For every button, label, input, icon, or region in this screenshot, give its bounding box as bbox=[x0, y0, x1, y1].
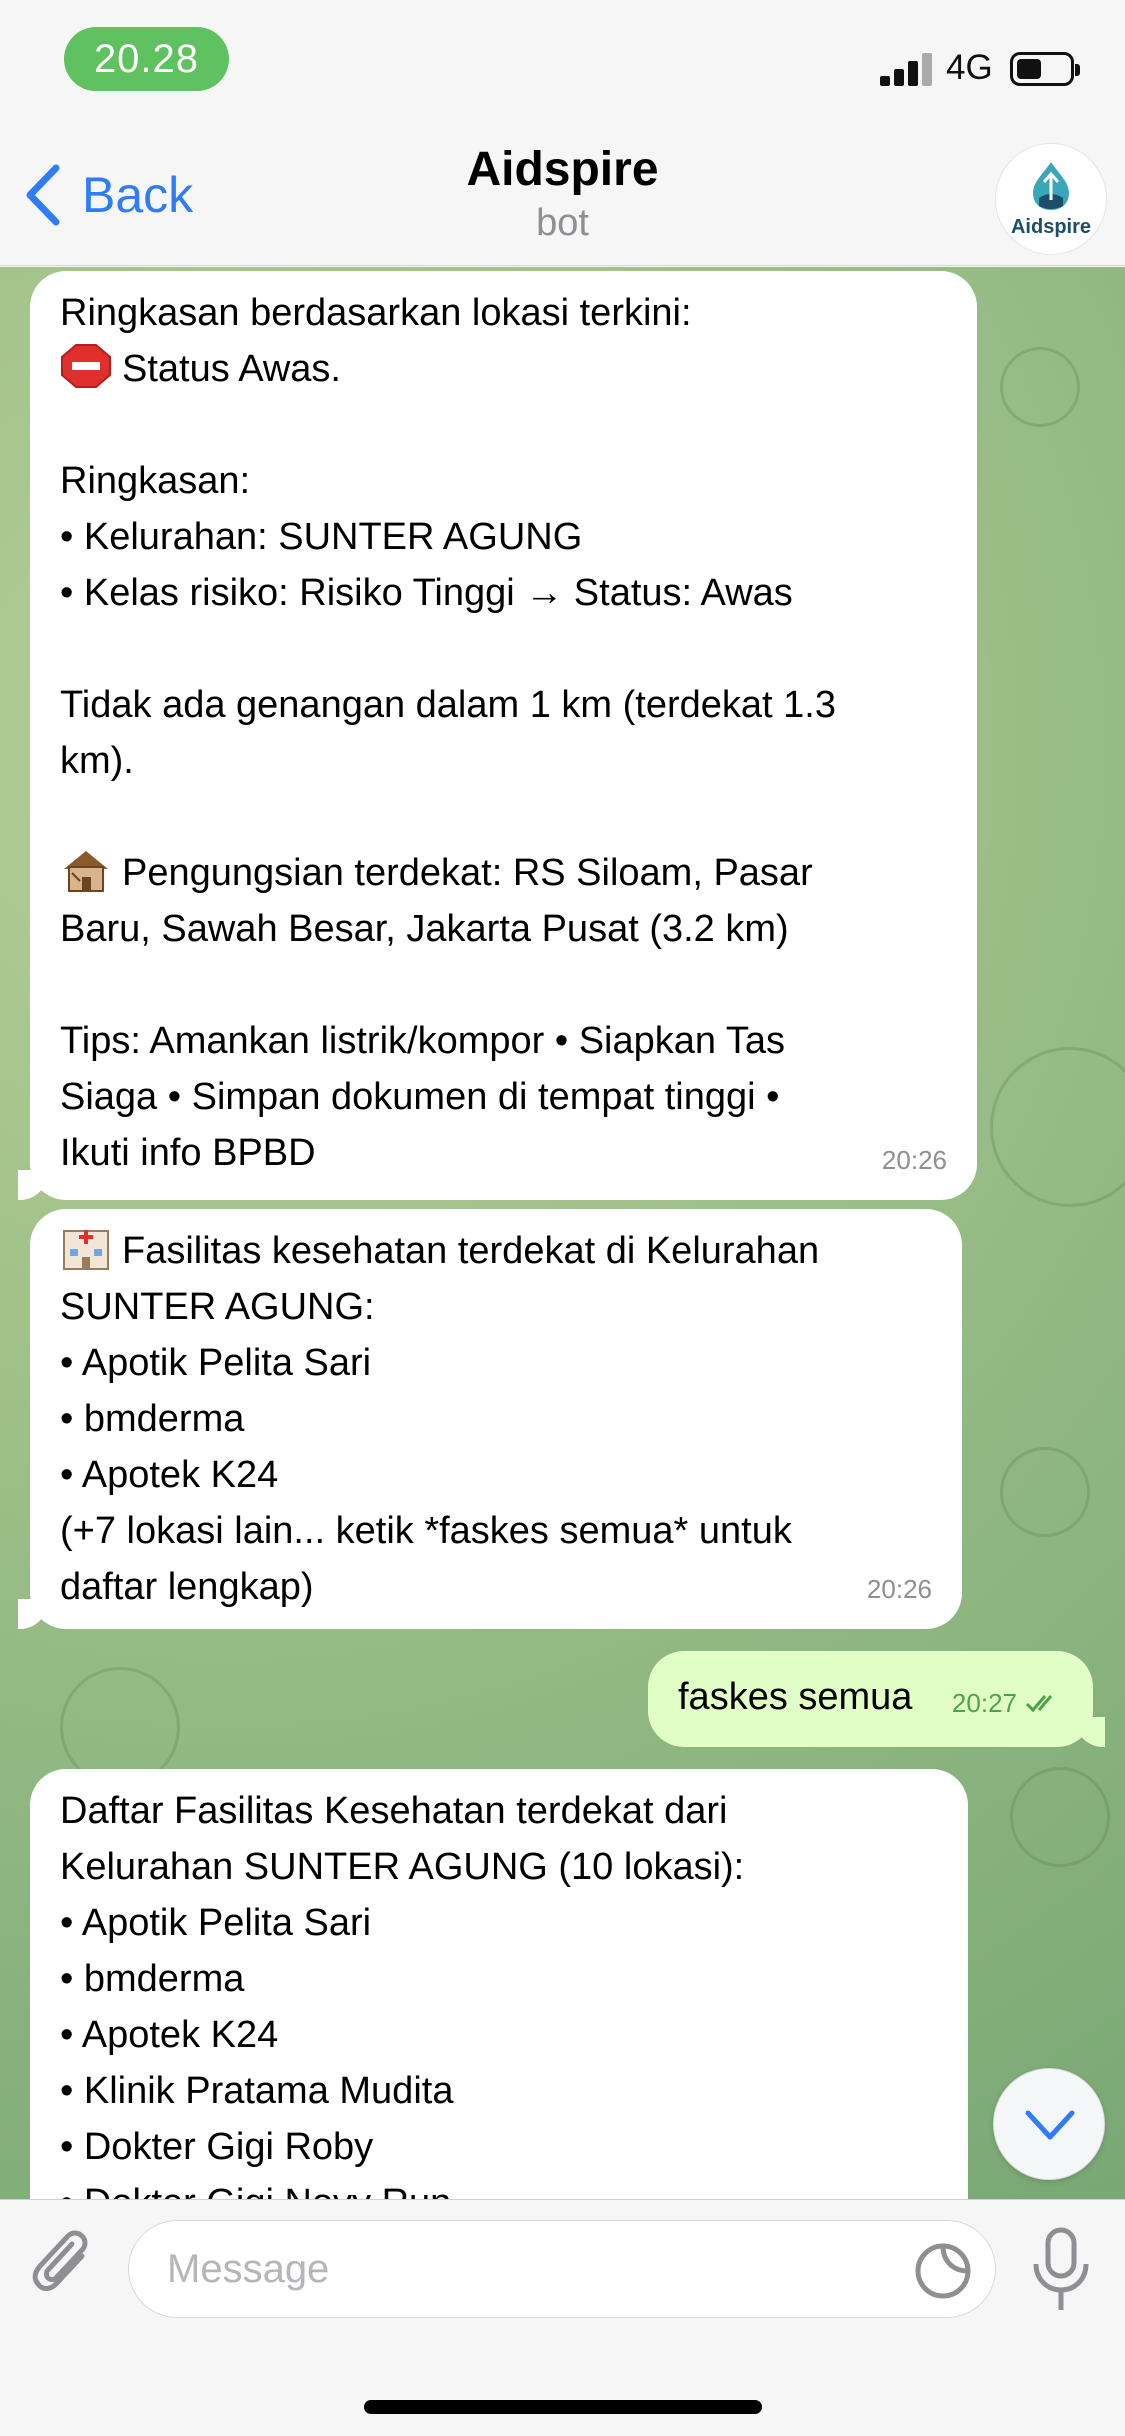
home-indicator bbox=[364, 2400, 762, 2414]
microphone-icon[interactable] bbox=[1030, 2226, 1092, 2316]
chat-area[interactable]: Ringkasan berdasarkan lokasi terkini: St… bbox=[0, 267, 1125, 2199]
message-time: 20:26 bbox=[881, 1145, 947, 1175]
message-line: Status Awas. bbox=[60, 341, 947, 397]
background-doodle bbox=[990, 1047, 1125, 1207]
network-type: 4G bbox=[946, 48, 993, 87]
message-time: 20:26 bbox=[866, 1574, 932, 1604]
chat-title[interactable]: Aidspire bbox=[0, 142, 1125, 197]
message-status: 20:27 bbox=[952, 1675, 1063, 1731]
outgoing-message[interactable]: faskes semua 20:27 bbox=[648, 1651, 1105, 1747]
message-line: Daftar Fasilitas Kesehatan terdekat dari bbox=[60, 1790, 728, 1832]
message-line: • Kelas risiko: Risiko Tinggi → Status: … bbox=[60, 572, 793, 614]
message-line: • Apotek K24 bbox=[60, 1454, 279, 1496]
avatar-label: Aidspire bbox=[1010, 216, 1092, 238]
message-line: • Kelurahan: SUNTER AGUNG bbox=[60, 516, 583, 558]
message-line: • bmderma bbox=[60, 1958, 245, 2000]
message-line: Ringkasan: bbox=[60, 460, 251, 502]
message-line: • Dokter Gigi Novy Run bbox=[60, 2175, 938, 2199]
message-line: Pengungsian terdekat: RS Siloam, Pasar bbox=[60, 845, 947, 901]
paperclip-icon[interactable] bbox=[28, 2226, 100, 2308]
message-line: • Dokter Gigi Roby bbox=[60, 2126, 374, 2168]
background-doodle bbox=[1010, 1767, 1110, 1867]
message-line: Ringkasan berdasarkan lokasi terkini: bbox=[60, 292, 692, 334]
message-line: Ikuti info BPBD bbox=[60, 1132, 316, 1174]
message-line: • Apotek K24 bbox=[60, 2014, 279, 2056]
message-line: • Apotik Pelita Sari bbox=[60, 1342, 372, 1384]
message-line: (+7 lokasi lain... ketik *faskes semua* … bbox=[60, 1510, 792, 1552]
message-line: Tidak ada genangan dalam 1 km (terdekat … bbox=[60, 684, 836, 726]
message-input[interactable] bbox=[167, 2221, 867, 2317]
stop-sign-icon bbox=[60, 343, 112, 389]
message-time: 20:27 bbox=[951, 1688, 1017, 1718]
avatar[interactable]: Aidspire bbox=[996, 144, 1106, 254]
scroll-to-bottom-button[interactable] bbox=[993, 2068, 1105, 2180]
chat-subtitle: bot bbox=[536, 202, 589, 244]
incoming-message[interactable]: Fasilitas kesehatan terdekat di Keluraha… bbox=[18, 1209, 962, 1629]
message-line: daftar lengkap) bbox=[60, 1566, 314, 1608]
message-line: Kelurahan SUNTER AGUNG (10 lokasi): bbox=[60, 1846, 745, 1888]
message-line: • Klinik Pratama Mudita bbox=[60, 2070, 454, 2112]
hospital-icon bbox=[60, 1225, 112, 1271]
message-line: Tips: Amankan listrik/kompor • Siapkan T… bbox=[60, 1020, 786, 1062]
message-field[interactable] bbox=[128, 2220, 996, 2318]
message-line: • bmderma bbox=[60, 1398, 245, 1440]
incoming-message[interactable]: Daftar Fasilitas Kesehatan terdekat dari… bbox=[30, 1769, 968, 2199]
derelict-house-icon bbox=[60, 847, 112, 893]
chat-header: Back Aidspire bot Aidspire bbox=[0, 130, 1125, 266]
double-check-icon bbox=[1025, 1695, 1053, 1713]
status-time: 20.28 bbox=[64, 27, 229, 91]
message-line: SUNTER AGUNG: bbox=[60, 1286, 375, 1328]
battery-icon bbox=[1010, 52, 1080, 86]
message-line: • Apotik Pelita Sari bbox=[60, 1902, 372, 1944]
message-line: km). bbox=[60, 740, 134, 782]
message-line: Baru, Sawah Besar, Jakarta Pusat (3.2 km… bbox=[60, 908, 789, 950]
incoming-message[interactable]: Ringkasan berdasarkan lokasi terkini: St… bbox=[18, 271, 977, 1200]
sticker-icon[interactable] bbox=[913, 2241, 973, 2301]
background-doodle bbox=[1000, 347, 1080, 427]
aidspire-logo-icon bbox=[1033, 162, 1069, 210]
chevron-down-icon bbox=[1025, 2110, 1075, 2140]
message-line: Fasilitas kesehatan terdekat di Keluraha… bbox=[60, 1223, 932, 1279]
status-bar: 20.28 4G bbox=[0, 0, 1125, 130]
message-line: Siaga • Simpan dokumen di tempat tinggi … bbox=[60, 1076, 780, 1118]
background-doodle bbox=[1000, 1447, 1090, 1537]
signal-icon bbox=[880, 52, 935, 86]
